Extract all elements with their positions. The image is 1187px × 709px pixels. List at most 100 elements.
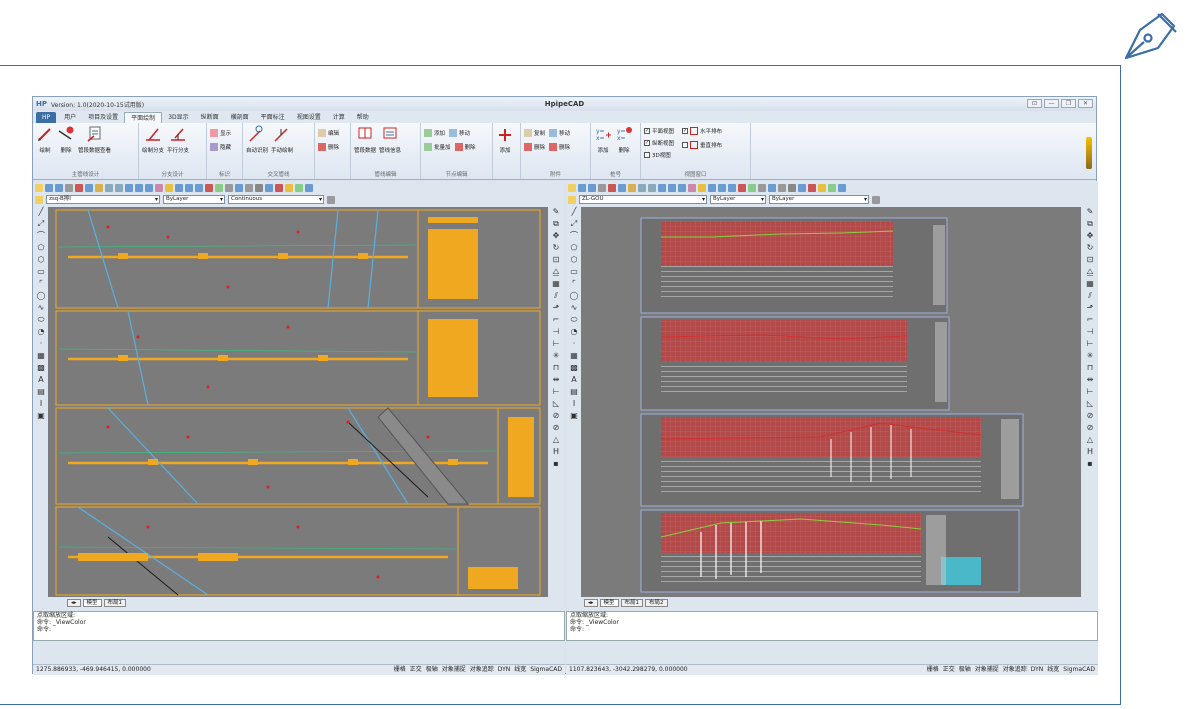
mtext-icon[interactable]: Ⅰ	[37, 399, 46, 408]
chamfer-icon[interactable]: ◺	[1086, 399, 1095, 408]
undo-icon[interactable]	[638, 183, 646, 192]
properties-icon[interactable]	[155, 183, 163, 192]
close-button[interactable]: ✕	[1078, 99, 1093, 108]
hatch-icon[interactable]: ▩	[570, 363, 579, 372]
tab-plan-annotation[interactable]: 平面标注	[255, 112, 291, 123]
copy-object-icon[interactable]: ⧉	[1086, 219, 1095, 228]
delete-cross-button[interactable]: 删除	[318, 143, 347, 151]
add-node-button[interactable]: 添加	[424, 129, 445, 137]
lineweight-toggle[interactable]: 线宽	[1047, 665, 1059, 674]
lineweight-toggle[interactable]: 线宽	[514, 665, 526, 674]
edit-cross-button[interactable]: 编辑	[318, 129, 347, 137]
zoom-window-icon[interactable]	[668, 183, 676, 192]
tab-user[interactable]: 用户	[58, 112, 82, 123]
move-node-button[interactable]: 移动	[449, 129, 470, 137]
vertical-layout-checkbox[interactable]: 垂直排布	[682, 141, 722, 149]
spline-icon[interactable]: ∿	[570, 303, 579, 312]
chamfer-icon[interactable]: ◺	[552, 399, 561, 408]
profile-view-checkbox[interactable]: ✓ 纵断视图	[644, 139, 674, 147]
redo-icon[interactable]	[115, 183, 123, 192]
zoom-icon[interactable]	[658, 183, 666, 192]
maximize-button[interactable]: ❐	[1061, 99, 1076, 108]
manual-draw-button[interactable]: 手动绘制	[271, 125, 293, 154]
new-icon[interactable]	[568, 183, 576, 192]
delete-node-button[interactable]: 删除	[454, 143, 476, 151]
shape-icon[interactable]: ⬡	[37, 255, 46, 264]
height-icon[interactable]: H	[1086, 447, 1095, 456]
render-icon[interactable]	[798, 183, 806, 192]
draw-branch-button[interactable]: 绘制分支	[142, 125, 164, 154]
zoom-icon[interactable]	[125, 183, 133, 192]
undo-icon[interactable]	[105, 183, 113, 192]
refresh-icon[interactable]	[788, 183, 796, 192]
ellipse-arc-icon[interactable]: ◔	[570, 327, 579, 336]
plan-drawing-canvas[interactable]	[48, 207, 548, 597]
arc-icon[interactable]: ⌒	[37, 231, 46, 240]
stretch-icon[interactable]: ⬏	[1086, 303, 1095, 312]
triangle-icon[interactable]: △	[552, 435, 561, 444]
refresh-icon[interactable]	[255, 183, 263, 192]
point-icon[interactable]: ·	[37, 339, 46, 348]
command-prompt[interactable]: 命令:	[37, 626, 564, 633]
line-icon[interactable]: ╱	[37, 207, 46, 216]
folder-icon[interactable]	[285, 183, 293, 192]
hatch-icon[interactable]: ▩	[37, 363, 46, 372]
angle-icon[interactable]: ⊘	[552, 411, 561, 420]
join-icon[interactable]: ⇹	[1086, 375, 1095, 384]
ellipse-arc-icon[interactable]: ◔	[37, 327, 46, 336]
pan-icon[interactable]	[145, 183, 153, 192]
polar-toggle[interactable]: 极轴	[959, 665, 971, 674]
insert-block-icon[interactable]: ▦	[570, 351, 579, 360]
mtext-icon[interactable]: Ⅰ	[570, 399, 579, 408]
hatch-icon[interactable]	[778, 183, 786, 192]
polyline-icon[interactable]: ⤢	[570, 219, 579, 228]
ellipse-icon[interactable]: ⬭	[570, 315, 579, 324]
region-icon[interactable]: ▣	[37, 411, 46, 420]
rectangle-icon[interactable]: ▭	[570, 267, 579, 276]
help-icon[interactable]	[838, 183, 846, 192]
save-icon[interactable]	[588, 183, 596, 192]
join-icon[interactable]: ⇹	[552, 375, 561, 384]
draw-icon[interactable]	[738, 183, 746, 192]
ortho-toggle[interactable]: 正交	[943, 665, 955, 674]
osnap-toggle[interactable]: 对象捕捉	[975, 665, 999, 674]
otrack-toggle[interactable]: 对象追踪	[1003, 665, 1027, 674]
dim-icon[interactable]: ⊢	[1086, 387, 1095, 396]
layer-select[interactable]: ZL-GOU	[579, 195, 707, 204]
pipe-data-view-button[interactable]: 管段数据查看	[78, 125, 111, 154]
match-icon[interactable]	[758, 183, 766, 192]
add-fitting-button[interactable]: 添加	[496, 125, 514, 154]
tab-nav-arrows[interactable]: ◂▸	[67, 599, 81, 607]
extend-icon[interactable]: ⊢	[1086, 339, 1095, 348]
insert-block-icon[interactable]: ▦	[37, 351, 46, 360]
angle-icon[interactable]: ⊘	[1086, 411, 1095, 420]
3d-view-checkbox[interactable]: 3D视图	[644, 151, 674, 159]
offset-icon[interactable]: ⫽	[552, 291, 561, 300]
redo-icon[interactable]	[648, 183, 656, 192]
paste-icon[interactable]	[95, 183, 103, 192]
draw-icon[interactable]	[205, 183, 213, 192]
scale-icon[interactable]: ⊡	[552, 255, 561, 264]
layer-manager-icon[interactable]	[35, 195, 43, 204]
ortho-toggle[interactable]: 正交	[410, 665, 422, 674]
tab-plan-draw[interactable]: 平面绘制	[124, 112, 163, 123]
command-window[interactable]: 点取缩放区域: 命令: _ViewColor 命令:	[566, 611, 1098, 641]
array-icon[interactable]: ▦	[552, 279, 561, 288]
folder-icon[interactable]	[818, 183, 826, 192]
rectangle-icon[interactable]: ▭	[37, 267, 46, 276]
pan-icon[interactable]	[678, 183, 686, 192]
tab-file[interactable]: HP	[36, 112, 57, 123]
curve-icon[interactable]: ⌜	[37, 279, 46, 288]
copy-icon[interactable]	[85, 183, 93, 192]
copy-icon[interactable]	[618, 183, 626, 192]
globe-icon[interactable]	[295, 183, 303, 192]
measure-icon[interactable]	[175, 183, 183, 192]
height-icon[interactable]: H	[552, 447, 561, 456]
curve-icon[interactable]: ⌜	[570, 279, 579, 288]
cut-icon[interactable]	[608, 183, 616, 192]
layer-manager-icon[interactable]	[568, 195, 576, 204]
hide-mark-button[interactable]: 隐藏	[210, 143, 239, 151]
ellipse-icon[interactable]: ⬭	[37, 315, 46, 324]
bulb-icon[interactable]	[698, 183, 706, 192]
layer-prev-icon[interactable]: ▪	[1086, 459, 1095, 468]
